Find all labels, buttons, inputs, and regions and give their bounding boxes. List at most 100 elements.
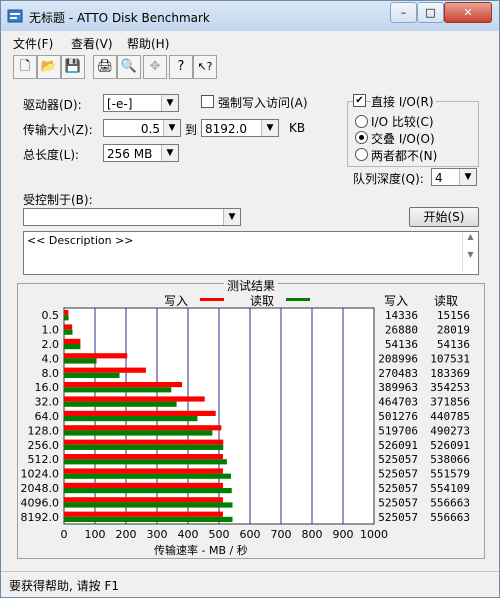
write-value: 501276: [378, 410, 418, 423]
read-bar: [64, 516, 233, 522]
start-button[interactable]: 开始(S): [409, 207, 479, 227]
read-bar: [64, 372, 120, 378]
write-bar: [64, 439, 224, 445]
read-bar: [64, 329, 73, 335]
read-value: 28019: [437, 324, 470, 337]
print-icon[interactable]: 🖨: [93, 55, 117, 79]
direct-io-checkbox[interactable]: ✔: [353, 94, 366, 107]
chevron-down-icon[interactable]: ▼: [459, 169, 476, 185]
read-column-header: 读取: [434, 294, 459, 308]
y-tick-label: 4.0: [42, 352, 60, 365]
title-bar[interactable]: 无标题 - ATTO Disk Benchmark – □ ✕: [1, 1, 499, 31]
context-help-icon[interactable]: ↖?: [193, 55, 217, 79]
description-scrollbar[interactable]: ▲ ▼: [462, 232, 478, 272]
drive-select[interactable]: [-e-] ▼: [103, 94, 179, 112]
save-icon[interactable]: 💾: [61, 55, 85, 79]
read-bar: [64, 358, 97, 364]
write-value: 464703: [378, 396, 418, 409]
read-value: 107531: [430, 352, 470, 365]
y-tick-label: 16.0: [35, 381, 60, 394]
description-box[interactable]: << Description >> ▲ ▼: [23, 231, 479, 275]
controlled-by-select[interactable]: ▼: [23, 208, 241, 226]
legend-write-label: 写入: [164, 294, 189, 308]
write-value: 525057: [378, 511, 418, 524]
status-bar: 要获得帮助, 请按 F1: [1, 571, 499, 597]
read-value: 354253: [430, 381, 470, 394]
io-compare-label: I/O 比较(C): [371, 115, 434, 129]
x-tick-label: 800: [302, 528, 323, 541]
chevron-down-icon[interactable]: ▼: [161, 95, 178, 111]
chevron-down-icon[interactable]: ▼: [163, 120, 180, 136]
close-button[interactable]: ✕: [444, 2, 492, 23]
chevron-down-icon[interactable]: ▼: [261, 120, 278, 136]
x-tick-label: 300: [147, 528, 168, 541]
maximize-button[interactable]: □: [417, 2, 444, 23]
x-tick-label: 100: [85, 528, 106, 541]
read-bar: [64, 416, 198, 422]
y-tick-label: 2.0: [42, 338, 60, 351]
io-compare-radio[interactable]: [355, 115, 368, 128]
y-tick-label: 2048.0: [21, 482, 60, 495]
menu-file[interactable]: 文件(F): [13, 35, 53, 52]
x-tick-label: 200: [116, 528, 137, 541]
write-bar: [64, 367, 146, 373]
x-axis-label: 传输速率 - MB / 秒: [154, 544, 248, 557]
write-bar: [64, 511, 223, 517]
read-value: 554109: [430, 482, 470, 495]
read-bar: [64, 315, 69, 321]
move-icon[interactable]: ✥: [143, 55, 167, 79]
open-folder-icon[interactable]: 📂: [37, 55, 61, 79]
read-bar: [64, 488, 232, 494]
read-bar: [64, 387, 172, 393]
write-bar: [64, 353, 128, 359]
chevron-down-icon[interactable]: ▼: [161, 145, 178, 161]
drive-label: 驱动器(D):: [23, 98, 82, 112]
write-bar: [64, 482, 223, 488]
queue-depth-label: 队列深度(Q):: [353, 172, 424, 186]
y-tick-label: 64.0: [35, 410, 60, 423]
overlapped-io-radio[interactable]: [355, 131, 368, 144]
total-length-select[interactable]: 256 MB ▼: [103, 144, 179, 162]
write-value: 525057: [378, 453, 418, 466]
menu-view[interactable]: 查看(V): [71, 35, 113, 52]
force-write-checkbox[interactable]: [201, 95, 214, 108]
read-bar: [64, 502, 233, 508]
help-icon[interactable]: ?: [169, 55, 193, 79]
app-icon: [7, 9, 23, 23]
app-window: 无标题 - ATTO Disk Benchmark – □ ✕ 文件(F) 查看…: [0, 0, 500, 598]
neither-label: 两者都不(N): [371, 149, 438, 163]
new-file-icon[interactable]: 🗋: [13, 55, 37, 79]
unit-label: KB: [289, 121, 306, 135]
read-value: 490273: [430, 424, 470, 437]
read-bar: [64, 344, 81, 350]
x-tick-label: 0: [61, 528, 68, 541]
drive-value: [-e-]: [107, 97, 133, 111]
queue-depth-select[interactable]: 4 ▼: [431, 168, 477, 186]
x-tick-label: 400: [178, 528, 199, 541]
menu-help[interactable]: 帮助(H): [127, 35, 169, 52]
write-value: 389963: [378, 381, 418, 394]
transfer-from-select[interactable]: 0.5 ▼: [103, 119, 181, 137]
to-label: 到: [185, 123, 198, 137]
neither-radio[interactable]: [355, 148, 368, 161]
write-value: 54136: [385, 338, 418, 351]
description-text: << Description >>: [27, 234, 134, 247]
print-preview-icon[interactable]: 🔍: [117, 55, 141, 79]
transfer-to-value: 8192.0: [205, 122, 247, 136]
read-bar: [64, 430, 213, 436]
legend-read-label: 读取: [250, 294, 275, 308]
read-value: 54136: [437, 338, 470, 351]
y-tick-label: 1.0: [42, 324, 60, 337]
total-length-value: 256 MB: [107, 147, 153, 161]
force-write-label: 强制写入访问(A): [218, 96, 308, 110]
direct-io-label: 直接 I/O(R): [371, 93, 436, 110]
write-value: 26880: [385, 324, 418, 337]
read-value: 556663: [430, 496, 470, 509]
write-bar: [64, 382, 183, 388]
minimize-button[interactable]: –: [390, 2, 417, 23]
chevron-down-icon[interactable]: ▼: [223, 209, 240, 225]
controlled-by-label: 受控制于(B):: [23, 193, 93, 207]
write-value: 270483: [378, 367, 418, 380]
results-panel: 0 100 200 300 400 500 600 700 800 900 1000 0.5 1.0 2.…: [17, 277, 485, 559]
transfer-to-select[interactable]: 8192.0 ▼: [201, 119, 279, 137]
